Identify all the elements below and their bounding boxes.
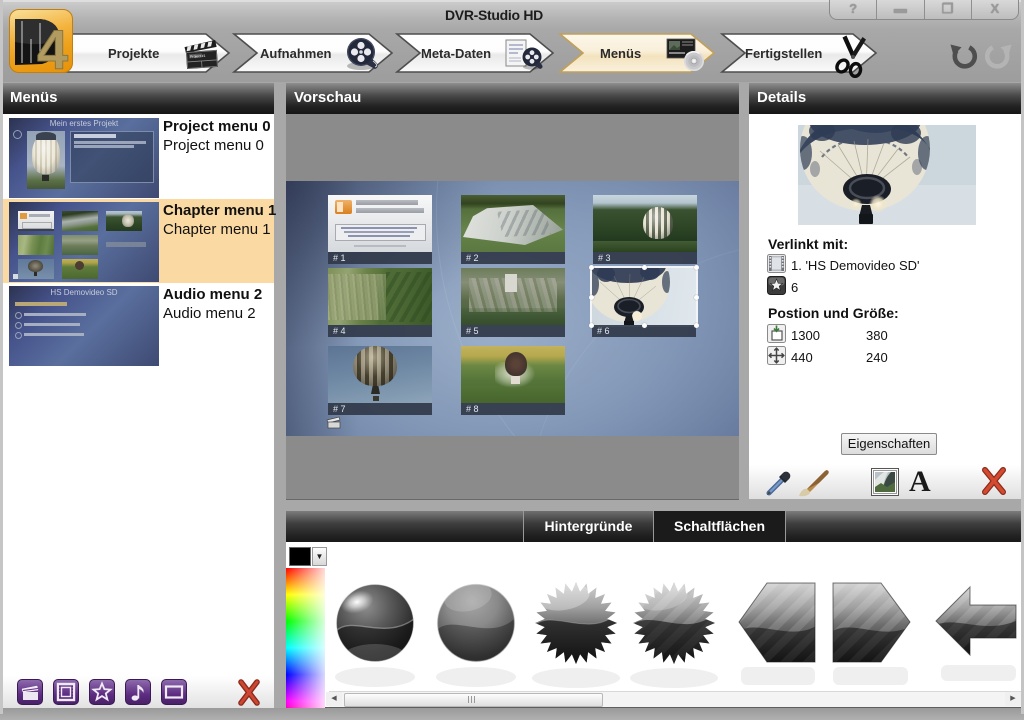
svg-text:4: 4 xyxy=(37,18,68,73)
